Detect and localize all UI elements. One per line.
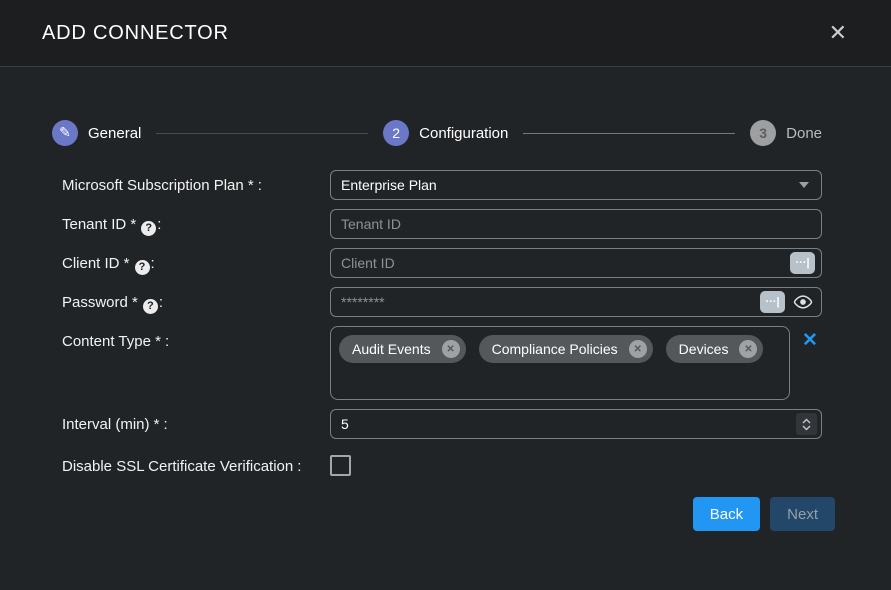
tag-chip: Audit Events ✕ (339, 335, 466, 363)
interval-label: Interval (min) *: (62, 409, 330, 439)
chevron-down-icon (799, 182, 809, 188)
dialog-header: ADD CONNECTOR ✕ (0, 0, 891, 67)
row-interval: Interval (min) *: (62, 409, 891, 439)
content-type-tagbox[interactable]: Audit Events ✕ Compliance Policies ✕ Dev… (330, 326, 790, 400)
tenant-id-label: Tenant ID *?: (62, 209, 330, 239)
step-general-label: General (88, 125, 141, 142)
row-subscription-plan: Microsoft Subscription Plan *: Enterpris… (62, 170, 891, 200)
row-tenant-id: Tenant ID *?: (62, 209, 891, 239)
tag-label: Devices (679, 341, 729, 357)
step-configuration-label: Configuration (419, 125, 508, 142)
tag-chip: Devices ✕ (666, 335, 764, 363)
stepper-connector-1 (156, 133, 368, 134)
step-done-label: Done (786, 125, 822, 142)
remove-tag-icon[interactable]: ✕ (629, 340, 647, 358)
connector-form: Microsoft Subscription Plan *: Enterpris… (62, 170, 891, 476)
help-icon[interactable]: ? (143, 299, 158, 314)
ssl-verification-label: Disable SSL Certificate Verification: (62, 451, 330, 476)
dialog-footer: Back Next (0, 497, 891, 531)
help-icon[interactable]: ? (141, 221, 156, 236)
add-connector-dialog: ADD CONNECTOR ✕ ✎ General 2 Configuratio… (0, 0, 891, 590)
chevron-up-icon (802, 418, 811, 424)
tag-label: Compliance Policies (492, 341, 618, 357)
step-done[interactable]: 3 Done (750, 120, 822, 146)
tenant-id-input[interactable] (330, 209, 822, 239)
stepper-connector-2 (523, 133, 735, 134)
dialog-title: ADD CONNECTOR (42, 22, 229, 45)
client-id-label: Client ID *?: (62, 248, 330, 278)
back-button[interactable]: Back (693, 497, 760, 531)
help-icon[interactable]: ? (135, 260, 150, 275)
ellipsis-editor-icon[interactable]: ···| (790, 252, 815, 274)
client-id-input[interactable] (330, 248, 822, 278)
eye-icon[interactable] (793, 294, 813, 310)
subscription-plan-value: Enterprise Plan (341, 177, 437, 193)
password-input[interactable] (330, 287, 822, 317)
step-general[interactable]: ✎ General (52, 120, 141, 146)
chevron-down-icon (802, 425, 811, 431)
content-type-label: Content Type *: (62, 326, 330, 400)
ssl-verification-checkbox[interactable] (330, 455, 351, 476)
close-icon[interactable]: ✕ (829, 22, 847, 44)
edit-pencil-icon: ✎ (52, 120, 78, 146)
tag-label: Audit Events (352, 341, 431, 357)
remove-tag-icon[interactable]: ✕ (739, 340, 757, 358)
remove-tag-icon[interactable]: ✕ (442, 340, 460, 358)
password-label: Password *?: (62, 287, 330, 317)
row-ssl-verification: Disable SSL Certificate Verification: (62, 451, 891, 476)
subscription-plan-select[interactable]: Enterprise Plan (330, 170, 822, 200)
wizard-stepper: ✎ General 2 Configuration 3 Done (52, 120, 822, 146)
subscription-plan-label: Microsoft Subscription Plan *: (62, 170, 330, 200)
interval-input[interactable] (330, 409, 822, 439)
step-configuration[interactable]: 2 Configuration (383, 120, 508, 146)
row-password: Password *?: ···| (62, 287, 891, 317)
row-client-id: Client ID *?: ···| (62, 248, 891, 278)
step-3-indicator: 3 (750, 120, 776, 146)
step-2-indicator: 2 (383, 120, 409, 146)
row-content-type: Content Type *: Audit Events ✕ Complianc… (62, 326, 891, 400)
next-button[interactable]: Next (770, 497, 835, 531)
tag-chip: Compliance Policies ✕ (479, 335, 653, 363)
number-stepper[interactable] (796, 413, 817, 435)
clear-all-tags-icon[interactable]: ✕ (802, 331, 818, 350)
ellipsis-editor-icon[interactable]: ···| (760, 291, 785, 313)
